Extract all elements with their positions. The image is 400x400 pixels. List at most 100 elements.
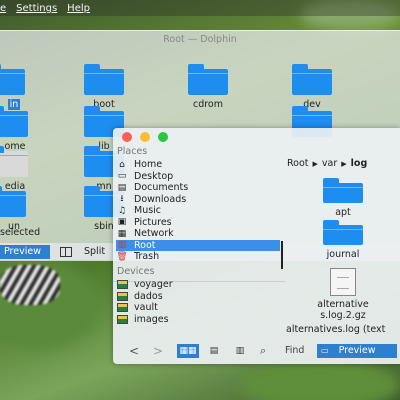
folder-item[interactable]: un: [0, 186, 36, 232]
place-item-music[interactable]: ♫ Music: [116, 205, 280, 217]
breadcrumb: Root ▶ var ▶ log: [287, 158, 367, 169]
place-label: Documents: [134, 182, 189, 194]
drive-icon: [117, 291, 128, 301]
file-label: alternatives.log.2.gz: [317, 299, 369, 321]
home-icon: ⌂: [119, 159, 125, 170]
icons-view-icon[interactable]: ▦▦: [177, 344, 199, 358]
place-item-desktop[interactable]: ▭ Desktop: [116, 171, 280, 183]
menu-item-help[interactable]: Help: [67, 3, 90, 14]
folder-label: in: [7, 99, 21, 110]
folder-item[interactable]: in: [0, 64, 35, 110]
place-label: Music: [134, 205, 162, 217]
device-item-voyager[interactable]: voyager: [116, 279, 280, 291]
window-title: Root — Dolphin: [163, 34, 237, 45]
wallpaper-shape: [240, 360, 400, 400]
folder-icon: [323, 178, 363, 203]
place-label: Downloads: [134, 193, 187, 205]
folder-icon: [0, 64, 25, 95]
folder-item[interactable]: ome: [0, 106, 38, 152]
hovered-file-label: alternatives.log (text: [286, 324, 386, 335]
place-label: Root: [134, 239, 156, 251]
menu-bar: e Settings Help: [0, 0, 400, 16]
folder-icon: [323, 220, 363, 245]
details-view-icon[interactable]: ▥: [229, 344, 251, 358]
front-dolphin-window: Places ⌂ Home ▭ Desktop ▤ Documents ⭳ Do…: [113, 128, 400, 364]
chevron-right-icon: ▶: [312, 159, 318, 168]
root-icon: ▥: [117, 240, 127, 251]
back-arrow-icon[interactable]: <: [129, 344, 139, 358]
place-label: Home: [134, 159, 163, 171]
selection-status: selected: [0, 227, 41, 238]
breadcrumb-item[interactable]: Root: [287, 158, 309, 169]
place-label: Pictures: [134, 216, 172, 228]
split-view-icon[interactable]: [60, 247, 72, 257]
desktop-icon: ▭: [117, 171, 127, 182]
folder-item-journal[interactable]: journal: [303, 220, 383, 260]
folder-item[interactable]: boot: [74, 64, 134, 110]
preview-button[interactable]: ▭ Preview: [317, 344, 397, 358]
place-item-network[interactable]: ▦ Network: [116, 228, 280, 240]
preview-icon: ▭: [321, 346, 329, 355]
file-label: apt: [335, 207, 351, 218]
devices-header: Devices: [117, 266, 155, 277]
folder-icon: [84, 64, 124, 95]
wallpaper-shape: [0, 265, 60, 305]
maximize-icon[interactable]: [158, 132, 168, 142]
breadcrumb-item[interactable]: var: [322, 158, 337, 169]
place-label: Trash: [134, 251, 160, 263]
menu-item-settings[interactable]: Settings: [16, 3, 57, 14]
breadcrumb-current[interactable]: log: [351, 158, 368, 169]
media-folder-icon: [0, 146, 28, 177]
device-item-images[interactable]: images: [116, 314, 280, 326]
bottom-toolbar: < > ▦▦ ▤ ▥ ⌕ Find ▭ Preview: [113, 338, 400, 364]
places-header: Places: [117, 146, 148, 157]
compact-view-icon[interactable]: ▤: [203, 344, 225, 358]
device-label: vault: [134, 302, 158, 314]
file-label: journal: [326, 249, 360, 260]
archive-file-icon: [330, 268, 356, 296]
trash-icon: 🗑: [116, 251, 128, 262]
place-item-home[interactable]: ⌂ Home: [116, 159, 280, 171]
pictures-icon: ▣: [117, 217, 127, 228]
place-item-pictures[interactable]: ▣ Pictures: [116, 217, 280, 229]
preview-button[interactable]: Preview: [0, 245, 50, 259]
home-folder-icon: [0, 106, 28, 137]
drive-icon: [117, 314, 128, 324]
folder-icon: [0, 186, 26, 217]
device-item-dados[interactable]: dados: [116, 291, 280, 303]
forward-arrow-icon[interactable]: >: [153, 344, 163, 358]
device-label: voyager: [134, 279, 173, 291]
minimize-icon[interactable]: [140, 132, 150, 142]
place-item-trash[interactable]: 🗑 Trash: [116, 251, 280, 263]
folder-item-apt[interactable]: apt: [303, 178, 383, 218]
place-label: Network: [134, 228, 174, 240]
split-button[interactable]: Split: [84, 246, 105, 257]
network-icon: ▦: [117, 228, 127, 239]
preview-label: Preview: [338, 345, 376, 356]
device-label: dados: [134, 290, 163, 302]
menu-item-partial[interactable]: e: [0, 3, 6, 14]
file-item-alternatives-log-2-gz[interactable]: alternatives.log.2.gz: [291, 268, 395, 322]
places-panel: Places ⌂ Home ▭ Desktop ▤ Documents ⭳ Do…: [113, 144, 285, 338]
music-icon: ♫: [117, 205, 127, 216]
place-label: Desktop: [134, 170, 174, 182]
folder-label: cdrom: [192, 99, 224, 110]
place-item-documents[interactable]: ▤ Documents: [116, 182, 280, 194]
search-icon[interactable]: ⌕: [260, 344, 266, 358]
drive-icon: [117, 303, 128, 313]
folder-item[interactable]: edia: [0, 146, 38, 192]
sidebar-scrollbar[interactable]: [281, 241, 283, 269]
folder-label: sbin: [94, 221, 114, 232]
place-item-downloads[interactable]: ⭳ Downloads: [116, 194, 280, 206]
folder-item[interactable]: cdrom: [178, 64, 238, 110]
close-icon[interactable]: [122, 132, 132, 142]
device-label: images: [134, 313, 169, 325]
device-item-vault[interactable]: vault: [116, 302, 280, 314]
drive-icon: [117, 280, 128, 290]
place-item-root[interactable]: ▥ Root: [116, 239, 280, 251]
folder-icon: [188, 64, 228, 95]
folder-item[interactable]: dev: [282, 64, 342, 110]
chevron-right-icon: ▶: [341, 159, 347, 168]
folder-icon: [292, 64, 332, 95]
find-button[interactable]: Find: [285, 344, 304, 358]
